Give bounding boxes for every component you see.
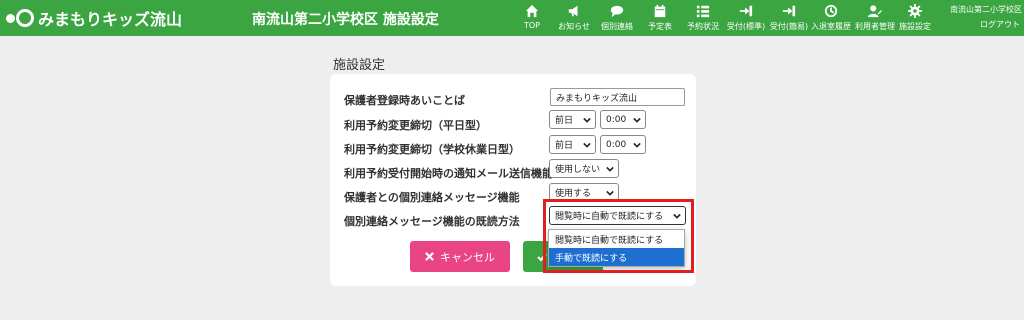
nav-reception-standard[interactable]: 受付(標準)	[724, 2, 768, 34]
nav-messages[interactable]: 個別連絡	[597, 2, 637, 34]
sign-in-icon	[782, 5, 796, 17]
top-header: みまもりキッズ流山 南流山第二小学校区 施設設定 TOP お知らせ 個別連絡 予…	[0, 0, 1024, 36]
label-notify-mail: 利用予約受付開始時の通知メール送信機能	[344, 167, 553, 180]
home-icon	[525, 4, 539, 18]
logout-link[interactable]: ログアウト	[980, 19, 1020, 30]
chevron-down-icon	[633, 142, 641, 148]
chevron-down-icon	[633, 117, 641, 123]
chevron-down-icon	[606, 190, 614, 196]
nav-entry-history[interactable]: 入退室履歴	[808, 2, 854, 34]
passphrase-input[interactable]	[550, 88, 685, 106]
label-message-function: 保護者との個別連絡メッセージ機能	[344, 191, 520, 204]
nav-notices[interactable]: お知らせ	[554, 2, 594, 34]
page-header-title: 南流山第二小学校区 施設設定	[252, 12, 439, 28]
cancel-button-label: キャンセル	[440, 250, 495, 264]
weekday-time-value: 0:00	[606, 114, 627, 125]
chevron-down-icon	[606, 166, 614, 172]
cancel-button[interactable]: キャンセル	[410, 241, 510, 272]
logo-text: みまもりキッズ流山	[38, 10, 183, 29]
message-function-value: 使用する	[555, 189, 592, 199]
weekday-time-select[interactable]: 0:00	[600, 110, 646, 129]
weekday-day-value: 前日	[555, 116, 574, 126]
weekday-day-select[interactable]: 前日	[549, 110, 596, 129]
chat-icon	[610, 5, 624, 18]
chevron-down-icon	[583, 142, 591, 148]
holiday-time-value: 0:00	[606, 139, 627, 150]
logo-mark-icon	[6, 9, 34, 27]
label-holiday-deadline: 利用予約変更締切（学校休業日型）	[344, 143, 520, 156]
nav-reception-simple[interactable]: 受付(簡易)	[767, 2, 811, 34]
app-logo[interactable]: みまもりキッズ流山	[6, 6, 182, 30]
nav-top[interactable]: TOP	[520, 2, 544, 34]
notify-mail-value: 使用しない	[555, 165, 601, 175]
label-passphrase: 保護者登録時あいことば	[344, 94, 465, 107]
nav-schedule[interactable]: 予定表	[643, 2, 677, 34]
calendar-icon	[654, 4, 666, 18]
list-icon	[696, 5, 710, 18]
holiday-day-select[interactable]: 前日	[549, 135, 596, 154]
nav-facility-settings[interactable]: 施設設定	[896, 2, 934, 34]
highlight-annotation	[543, 199, 694, 273]
gear-icon	[908, 4, 922, 18]
nav-reservations[interactable]: 予約状況	[683, 2, 723, 34]
nav-user-management[interactable]: 利用者管理	[852, 2, 898, 34]
holiday-time-select[interactable]: 0:00	[600, 135, 646, 154]
holiday-day-value: 前日	[555, 141, 574, 151]
chevron-down-icon	[583, 117, 591, 123]
sign-in-icon	[739, 5, 753, 17]
megaphone-icon	[568, 5, 578, 17]
close-icon	[425, 252, 434, 261]
user-school-name: 南流山第二小学校区	[950, 5, 1022, 14]
notify-mail-select[interactable]: 使用しない	[549, 159, 619, 178]
user-edit-icon	[868, 5, 882, 18]
label-weekday-deadline: 利用予約変更締切（平日型）	[344, 119, 487, 132]
page-title: 施設設定	[333, 58, 386, 73]
history-icon	[824, 4, 838, 18]
label-read-method: 個別連絡メッセージ機能の既読方法	[344, 215, 520, 228]
